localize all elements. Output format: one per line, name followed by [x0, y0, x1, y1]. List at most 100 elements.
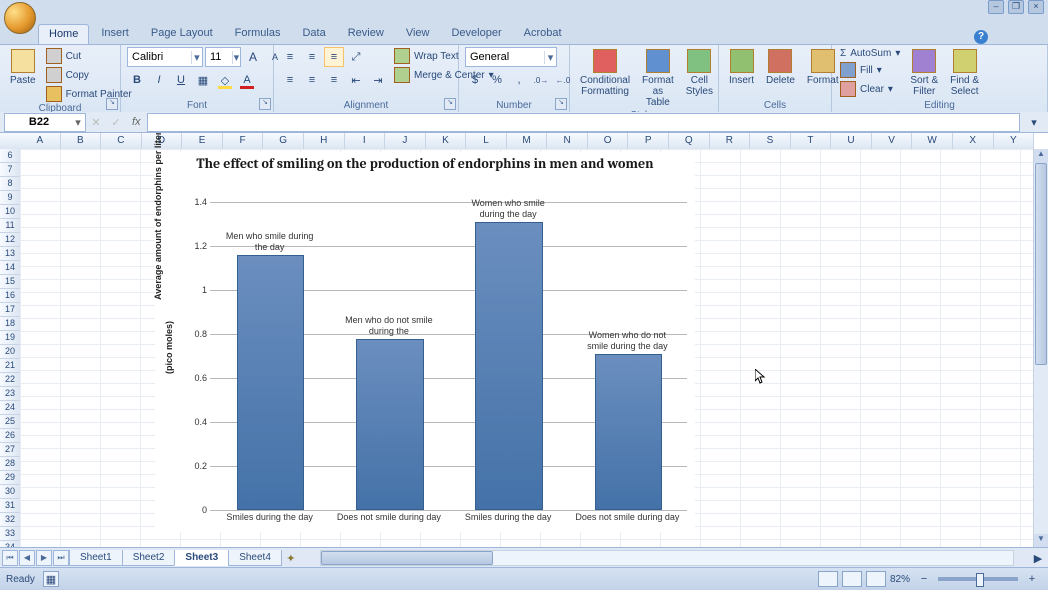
currency-button[interactable]: $: [465, 70, 485, 90]
font-color-button[interactable]: A: [237, 70, 257, 90]
insert-cells-button[interactable]: Insert: [725, 47, 758, 88]
scroll-down-button[interactable]: ▼: [1034, 534, 1048, 548]
row-header-14[interactable]: 14: [0, 261, 20, 275]
row-header-24[interactable]: 24: [0, 401, 20, 415]
fx-icon[interactable]: fx: [132, 116, 141, 128]
sheet-tab-sheet4[interactable]: Sheet4: [228, 550, 282, 566]
row-header-28[interactable]: 28: [0, 457, 20, 471]
font-size-dropdown[interactable]: ▾: [205, 47, 241, 67]
row-header-15[interactable]: 15: [0, 275, 20, 289]
col-header-L[interactable]: L: [466, 133, 507, 149]
grow-font-button[interactable]: A: [243, 47, 263, 67]
col-header-I[interactable]: I: [345, 133, 386, 149]
align-center-button[interactable]: ≡: [302, 70, 322, 90]
ribbon-tab-review[interactable]: Review: [338, 24, 394, 44]
row-header-9[interactable]: 9: [0, 191, 20, 205]
align-middle-button[interactable]: ≡: [302, 47, 322, 67]
row-header-32[interactable]: 32: [0, 513, 20, 527]
col-header-G[interactable]: G: [263, 133, 304, 149]
macro-record-button[interactable]: ▦: [43, 571, 59, 587]
dialog-launcher[interactable]: ↘: [555, 98, 567, 110]
row-header-33[interactable]: 33: [0, 527, 20, 541]
ribbon-tab-developer[interactable]: Developer: [441, 24, 511, 44]
col-header-Y[interactable]: Y: [994, 133, 1035, 149]
row-header-25[interactable]: 25: [0, 415, 20, 429]
row-header-30[interactable]: 30: [0, 485, 20, 499]
col-header-Q[interactable]: Q: [669, 133, 710, 149]
ribbon-tab-acrobat[interactable]: Acrobat: [514, 24, 572, 44]
dialog-launcher[interactable]: ↘: [259, 98, 271, 110]
autosum-button[interactable]: Σ AutoSum ▾: [838, 47, 902, 60]
clear-button[interactable]: Clear ▾: [838, 80, 902, 98]
increase-indent-button[interactable]: ⇥: [368, 70, 388, 90]
sheet-tab-sheet3[interactable]: Sheet3: [174, 550, 229, 566]
zoom-level[interactable]: 82%: [890, 574, 910, 585]
row-header-29[interactable]: 29: [0, 471, 20, 485]
prev-sheet-button[interactable]: ◀: [19, 550, 35, 566]
percent-button[interactable]: %: [487, 70, 507, 90]
page-break-view-button[interactable]: [866, 571, 886, 587]
col-header-K[interactable]: K: [426, 133, 467, 149]
minimize-button[interactable]: –: [988, 0, 1004, 14]
col-header-C[interactable]: C: [101, 133, 142, 149]
orientation-button[interactable]: ⤢: [346, 47, 366, 67]
font-size-input[interactable]: [206, 51, 232, 63]
col-header-T[interactable]: T: [791, 133, 832, 149]
row-header-10[interactable]: 10: [0, 205, 20, 219]
row-headers[interactable]: 6789101112131415161718192021222324252627…: [0, 149, 21, 548]
col-header-N[interactable]: N: [547, 133, 588, 149]
comma-button[interactable]: ,: [509, 70, 529, 90]
col-header-E[interactable]: E: [182, 133, 223, 149]
row-header-6[interactable]: 6: [0, 149, 20, 163]
row-header-18[interactable]: 18: [0, 317, 20, 331]
paste-button[interactable]: Paste: [6, 47, 40, 88]
zoom-slider[interactable]: [938, 577, 1018, 581]
normal-view-button[interactable]: [818, 571, 838, 587]
fill-button[interactable]: Fill ▾: [838, 61, 902, 79]
row-header-17[interactable]: 17: [0, 303, 20, 317]
row-header-12[interactable]: 12: [0, 233, 20, 247]
number-format-dropdown[interactable]: ▾: [465, 47, 557, 67]
embedded-chart[interactable]: The effect of smiling on the production …: [155, 152, 695, 532]
col-header-V[interactable]: V: [872, 133, 913, 149]
decrease-indent-button[interactable]: ⇤: [346, 70, 366, 90]
find-select-button[interactable]: Find & Select: [946, 47, 983, 99]
delete-cells-button[interactable]: Delete: [762, 47, 799, 88]
office-button[interactable]: [4, 2, 36, 34]
col-header-W[interactable]: W: [912, 133, 953, 149]
row-header-8[interactable]: 8: [0, 177, 20, 191]
italic-button[interactable]: I: [149, 70, 169, 90]
sort-filter-button[interactable]: Sort & Filter: [906, 47, 942, 99]
expand-formula-bar[interactable]: ▾: [1024, 112, 1044, 132]
col-header-B[interactable]: B: [61, 133, 102, 149]
name-box-input[interactable]: [5, 115, 71, 129]
col-header-U[interactable]: U: [831, 133, 872, 149]
row-header-11[interactable]: 11: [0, 219, 20, 233]
scroll-up-button[interactable]: ▲: [1034, 149, 1048, 163]
row-header-13[interactable]: 13: [0, 247, 20, 261]
col-header-F[interactable]: F: [223, 133, 264, 149]
row-header-16[interactable]: 16: [0, 289, 20, 303]
col-header-S[interactable]: S: [750, 133, 791, 149]
col-header-X[interactable]: X: [953, 133, 994, 149]
scroll-right-button[interactable]: ▶: [1028, 548, 1048, 568]
name-box[interactable]: ▾: [4, 113, 86, 132]
ribbon-tab-page-layout[interactable]: Page Layout: [141, 24, 223, 44]
cells-area[interactable]: The effect of smiling on the production …: [20, 149, 1034, 548]
col-header-M[interactable]: M: [507, 133, 548, 149]
row-header-31[interactable]: 31: [0, 499, 20, 513]
align-left-button[interactable]: ≡: [280, 70, 300, 90]
font-name-input[interactable]: [128, 51, 191, 63]
page-layout-view-button[interactable]: [842, 571, 862, 587]
first-sheet-button[interactable]: ⏮: [2, 550, 18, 566]
font-name-dropdown[interactable]: ▾: [127, 47, 203, 67]
format-as-table-button[interactable]: Format as Table: [638, 47, 678, 110]
cancel-fx-button[interactable]: ✕: [86, 112, 106, 132]
ribbon-tab-view[interactable]: View: [396, 24, 440, 44]
row-header-7[interactable]: 7: [0, 163, 20, 177]
ribbon-tab-insert[interactable]: Insert: [91, 24, 139, 44]
col-header-A[interactable]: A: [20, 133, 61, 149]
zoom-in-button[interactable]: +: [1022, 569, 1042, 589]
sheet-tab-sheet2[interactable]: Sheet2: [122, 550, 176, 566]
last-sheet-button[interactable]: ⏭: [53, 550, 69, 566]
